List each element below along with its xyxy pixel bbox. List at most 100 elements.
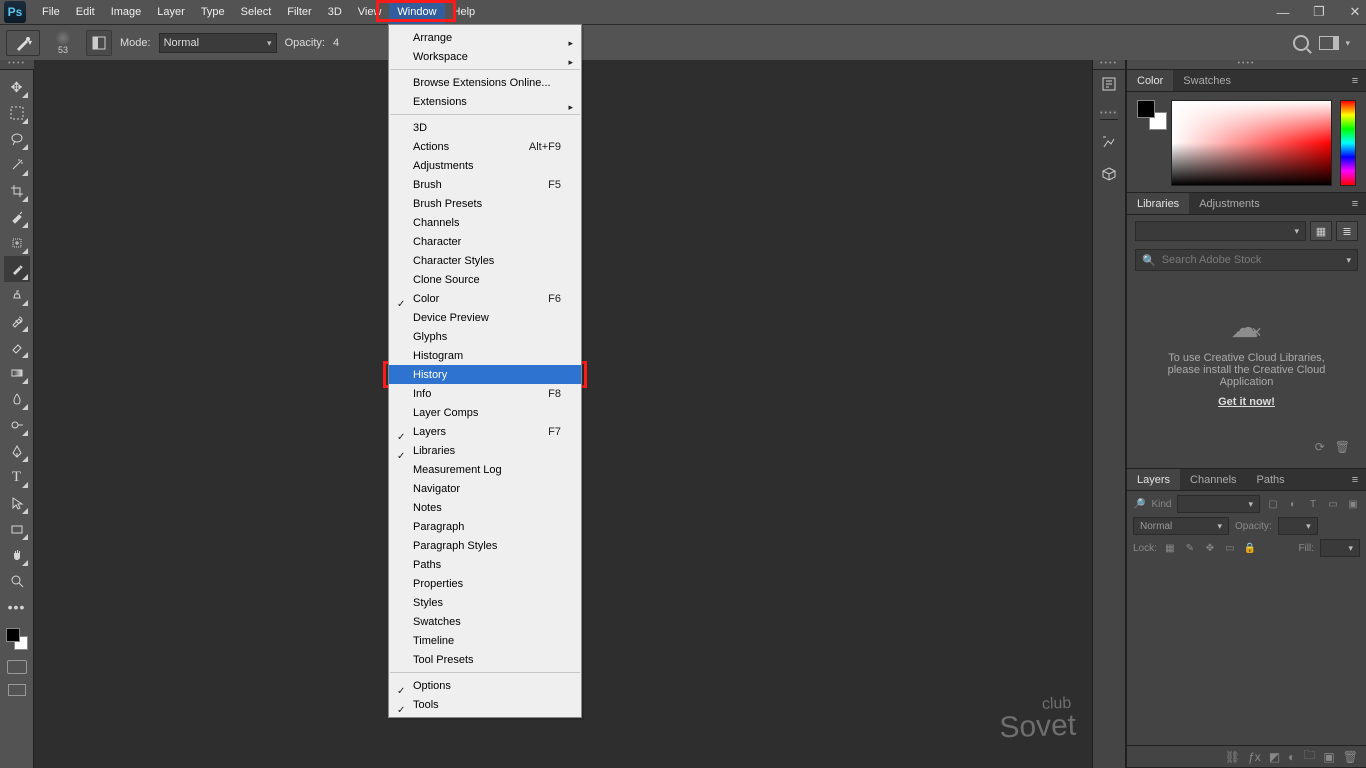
window-menu-options[interactable]: Options — [389, 676, 581, 695]
color-panel-menu-icon[interactable]: ≡ — [1344, 70, 1366, 91]
window-menu-brush-presets[interactable]: Brush Presets — [389, 194, 581, 213]
current-tool-preset[interactable]: ▾ — [6, 30, 40, 56]
menu-window[interactable]: Window — [389, 0, 444, 24]
window-menu-libraries[interactable]: Libraries — [389, 441, 581, 460]
tab-layers[interactable]: Layers — [1127, 469, 1180, 490]
history-brush-tool[interactable] — [4, 308, 30, 334]
lock-brush-icon[interactable]: ✎ — [1183, 543, 1197, 554]
menu-filter[interactable]: Filter — [279, 0, 319, 24]
tab-channels[interactable]: Channels — [1180, 469, 1246, 490]
filter-shape-icon[interactable]: ▭ — [1326, 499, 1340, 510]
panels-collapse-handle[interactable]: •••• — [1127, 60, 1366, 70]
rectangle-tool[interactable] — [4, 516, 30, 542]
group-icon[interactable]: 🗀 — [1303, 746, 1315, 767]
window-menu-arrange[interactable]: Arrange — [389, 28, 581, 47]
toolbar-collapse-handle[interactable]: •••• — [0, 60, 34, 70]
eraser-tool[interactable] — [4, 334, 30, 360]
window-menu-character-styles[interactable]: Character Styles — [389, 251, 581, 270]
delete-layer-icon[interactable]: 🗑 — [1343, 750, 1358, 764]
magic-wand-tool[interactable] — [4, 152, 30, 178]
menu-image[interactable]: Image — [103, 0, 150, 24]
minimize-button[interactable]: — — [1276, 5, 1290, 19]
layer-opacity-input[interactable] — [1278, 517, 1318, 535]
menu-layer[interactable]: Layer — [149, 0, 193, 24]
restore-button[interactable]: ❐ — [1312, 5, 1326, 19]
filter-adjust-icon[interactable]: ◐ — [1286, 499, 1300, 510]
window-menu-clone-source[interactable]: Clone Source — [389, 270, 581, 289]
grid-view-button[interactable]: ▦ — [1310, 221, 1332, 241]
workspace-switcher[interactable] — [1319, 36, 1350, 50]
window-menu-glyphs[interactable]: Glyphs — [389, 327, 581, 346]
window-menu-browse-extensions-online-[interactable]: Browse Extensions Online... — [389, 73, 581, 92]
window-menu-notes[interactable]: Notes — [389, 498, 581, 517]
filter-image-icon[interactable]: ▢ — [1266, 499, 1280, 510]
dodge-tool[interactable] — [4, 412, 30, 438]
window-menu-timeline[interactable]: Timeline — [389, 631, 581, 650]
quick-mask-toggle[interactable] — [7, 660, 27, 674]
window-menu-paragraph-styles[interactable]: Paragraph Styles — [389, 536, 581, 555]
fx-icon[interactable]: ƒx — [1248, 750, 1261, 764]
window-menu-histogram[interactable]: Histogram — [389, 346, 581, 365]
window-menu-paths[interactable]: Paths — [389, 555, 581, 574]
spot-heal-tool[interactable] — [4, 230, 30, 256]
filter-smart-icon[interactable]: ▣ — [1346, 499, 1360, 510]
move-tool[interactable]: ✥ — [4, 74, 30, 100]
brush-size-preview[interactable]: 53 — [48, 31, 78, 55]
rail-collapse-handle[interactable]: •••• — [1093, 60, 1125, 70]
clone-stamp-tool[interactable] — [4, 282, 30, 308]
library-select[interactable] — [1135, 221, 1306, 241]
adjustment-layer-icon[interactable]: ◐ — [1288, 750, 1295, 764]
tab-adjustments[interactable]: Adjustments — [1189, 193, 1270, 214]
stock-search-input[interactable]: 🔍 Search Adobe Stock — [1135, 249, 1358, 271]
blend-mode-select[interactable]: Normal — [159, 33, 277, 53]
layer-blend-select[interactable]: Normal — [1133, 517, 1229, 535]
window-menu-tools[interactable]: Tools — [389, 695, 581, 714]
filter-type-icon[interactable]: T — [1306, 499, 1320, 510]
tab-color[interactable]: Color — [1127, 70, 1173, 91]
window-menu-brush[interactable]: BrushF5 — [389, 175, 581, 194]
zoom-tool[interactable] — [4, 568, 30, 594]
window-menu-color[interactable]: ColorF6 — [389, 289, 581, 308]
screen-mode-button[interactable] — [8, 684, 26, 696]
layer-fill-input[interactable] — [1320, 539, 1360, 557]
search-icon[interactable] — [1293, 35, 1309, 51]
window-menu-navigator[interactable]: Navigator — [389, 479, 581, 498]
window-menu-paragraph[interactable]: Paragraph — [389, 517, 581, 536]
marquee-tool[interactable] — [4, 100, 30, 126]
layer-filter-select[interactable] — [1177, 495, 1260, 513]
properties-icon[interactable] — [1099, 132, 1119, 152]
window-menu-measurement-log[interactable]: Measurement Log — [389, 460, 581, 479]
window-menu-3d[interactable]: 3D — [389, 118, 581, 137]
lock-pixels-icon[interactable]: ▦ — [1163, 543, 1177, 554]
menu-file[interactable]: File — [34, 0, 68, 24]
menu-help[interactable]: Help — [445, 0, 484, 24]
menu-3d[interactable]: 3D — [320, 0, 350, 24]
window-menu-workspace[interactable]: Workspace — [389, 47, 581, 66]
window-menu-tool-presets[interactable]: Tool Presets — [389, 650, 581, 669]
eyedropper-tool[interactable] — [4, 204, 30, 230]
window-menu-info[interactable]: InfoF8 — [389, 384, 581, 403]
sync-icon[interactable]: ⟳ — [1315, 440, 1325, 454]
menu-select[interactable]: Select — [233, 0, 280, 24]
lock-artboard-icon[interactable]: ▭ — [1223, 543, 1237, 554]
lock-position-icon[interactable]: ✥ — [1203, 543, 1217, 554]
window-menu-layer-comps[interactable]: Layer Comps — [389, 403, 581, 422]
lasso-tool[interactable] — [4, 126, 30, 152]
menu-edit[interactable]: Edit — [68, 0, 103, 24]
3d-icon[interactable] — [1099, 164, 1119, 184]
window-menu-channels[interactable]: Channels — [389, 213, 581, 232]
color-field[interactable] — [1171, 100, 1332, 186]
window-menu-properties[interactable]: Properties — [389, 574, 581, 593]
window-menu-history[interactable]: History — [389, 365, 581, 384]
brush-tool[interactable] — [4, 256, 30, 282]
window-menu-styles[interactable]: Styles — [389, 593, 581, 612]
crop-tool[interactable] — [4, 178, 30, 204]
path-selection-tool[interactable] — [4, 490, 30, 516]
blur-tool[interactable] — [4, 386, 30, 412]
close-button[interactable]: ✕ — [1348, 5, 1362, 19]
foreground-background-swatch[interactable] — [1137, 100, 1163, 126]
mask-icon[interactable]: ◩ — [1269, 750, 1280, 764]
link-layers-icon[interactable]: ⛓ — [1225, 750, 1240, 764]
pen-tool[interactable] — [4, 438, 30, 464]
menu-type[interactable]: Type — [193, 0, 233, 24]
